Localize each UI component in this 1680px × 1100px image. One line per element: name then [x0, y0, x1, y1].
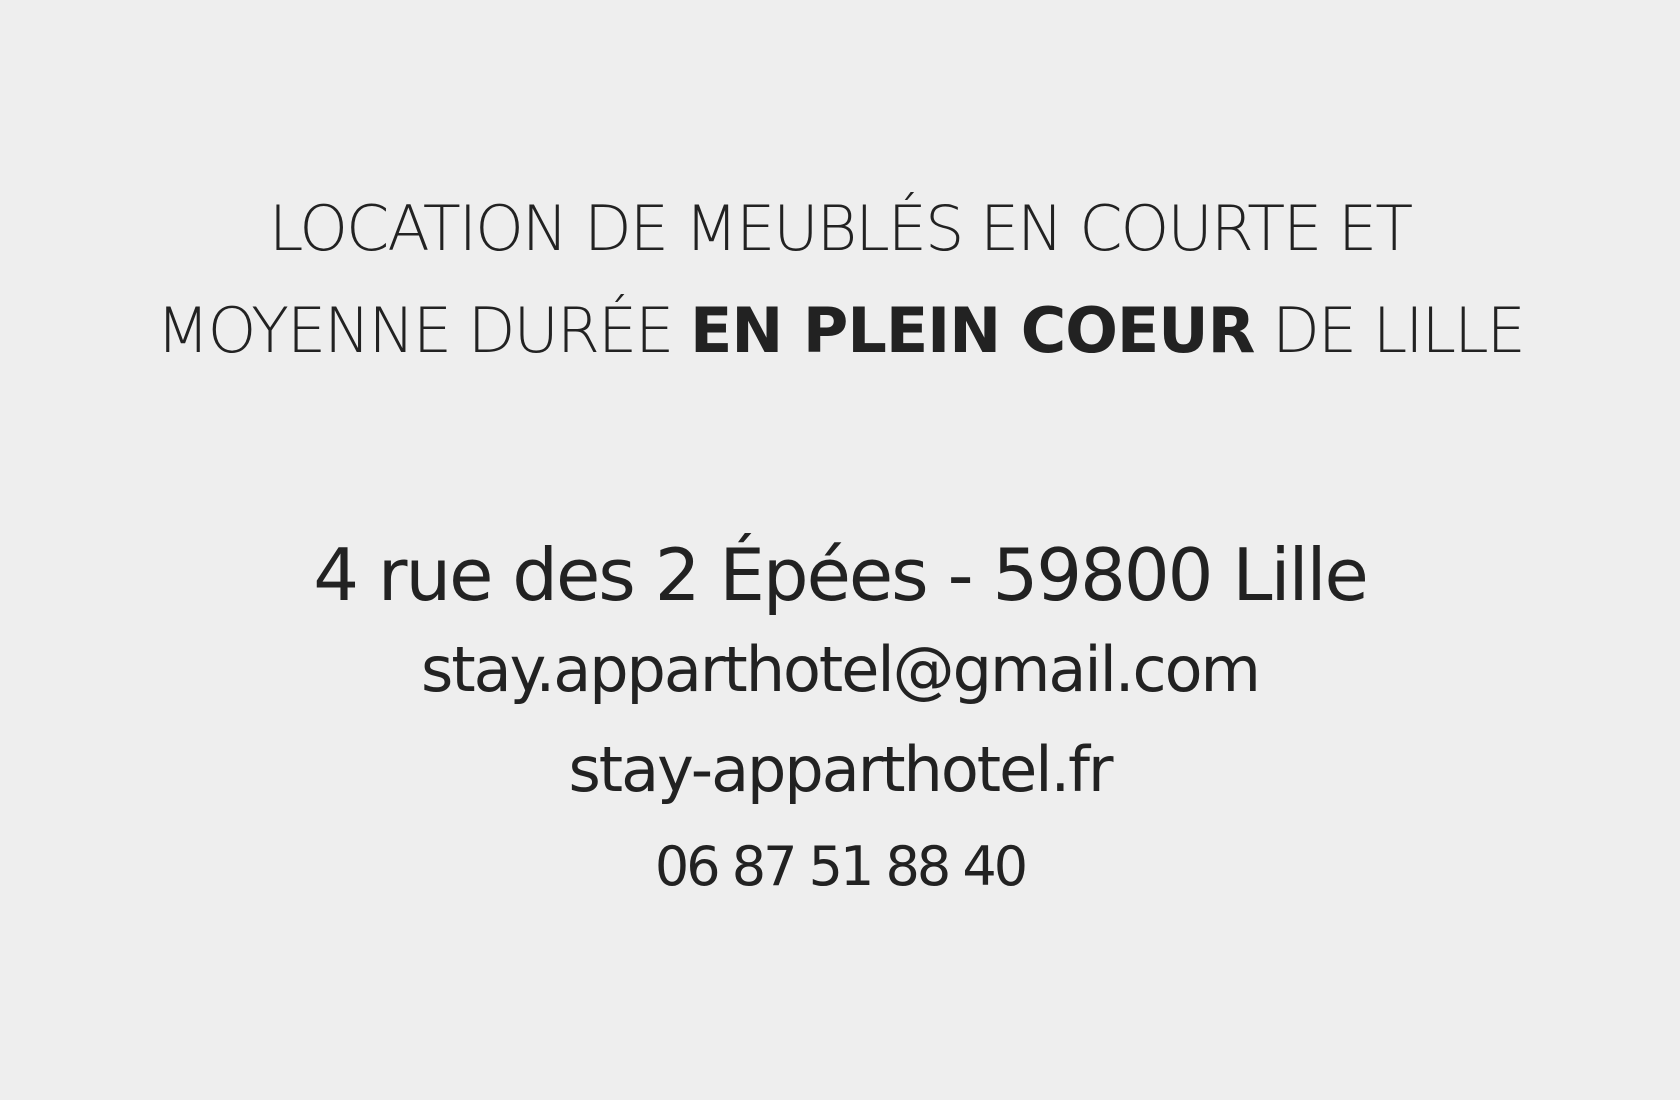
phone-number: 06 87 51 88 40: [654, 835, 1028, 898]
headline-emphasis: EN PLEIN COEUR: [690, 294, 1255, 367]
headline-line-2-end: DE LILLE: [1254, 294, 1526, 367]
headline: LOCATION DE MEUBLÉS EN COURTE ET MOYENNE…: [0, 178, 1680, 382]
headline-line-1: LOCATION DE MEUBLÉS EN COURTE ET: [268, 192, 1413, 265]
email-address: stay.apparthotel@gmail.com: [421, 633, 1261, 706]
business-card: LOCATION DE MEUBLÉS EN COURTE ET MOYENNE…: [0, 0, 1680, 1100]
address: 4 rue des 2 Épées - 59800 Lille: [313, 533, 1369, 617]
headline-line-2-start: MOYENNE DURÉE: [156, 294, 691, 367]
contact-block: 4 rue des 2 Épées - 59800 Lille stay.app…: [0, 525, 1680, 915]
headline-line-2: MOYENNE DURÉE EN PLEIN COEUR DE LILLE: [0, 280, 1680, 382]
website-address: stay-apparthotel.fr: [568, 733, 1113, 806]
